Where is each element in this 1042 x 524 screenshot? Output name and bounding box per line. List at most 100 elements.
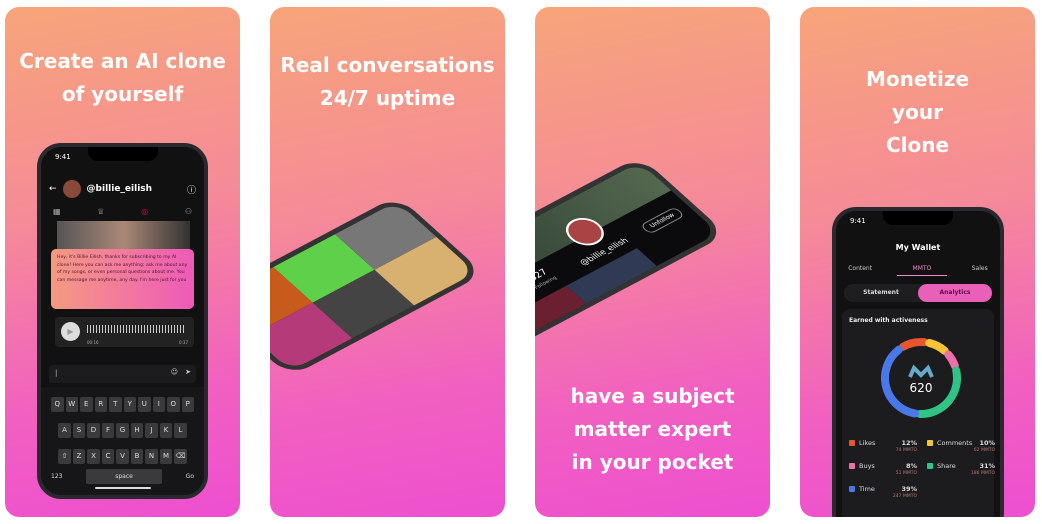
legend-item-share: Share 31% 186 MMTO [927,462,995,480]
tab-sales[interactable]: Sales [972,265,988,276]
legend-amount: 62 MMTO [973,448,995,453]
key-x[interactable]: X [87,449,100,464]
key-i[interactable]: I [152,397,165,412]
statement-segment[interactable]: Statement [844,284,918,302]
key-z[interactable]: Z [72,449,86,464]
donut-segment-likes [899,338,929,351]
key-o[interactable]: O [167,397,180,412]
caption-line: matter expert [573,417,732,441]
key-u[interactable]: U [138,397,151,412]
card-title: Earned with activeness [849,317,928,324]
legend-label: Buys [859,462,875,470]
caption-line: Clone [885,133,950,157]
avatar[interactable] [62,180,81,198]
legend-swatch [849,486,855,492]
key-p[interactable]: P [181,397,194,412]
donut-chart: 620 [881,338,961,418]
numbers-key[interactable]: 123 [47,469,66,484]
phone-wallet: 9:41 My Wallet Content MMTO Sales Statem… [832,207,1004,517]
key-s[interactable]: S [72,423,86,438]
legend-item-time: Time 39% 247 MMTO [849,485,917,503]
keyboard[interactable]: QWERTYUIOPASDFGHJKL ⇧ Z X C V B N M ⌫ 123 space … [41,387,204,495]
key-m[interactable]: M [159,449,173,464]
caption-line: Monetize [865,67,970,91]
donut-segment-buys [944,350,959,370]
panel-conversations: Real conversations 24/7 uptime [270,7,505,517]
analytics-segment[interactable]: Analytics [918,284,992,302]
legend-swatch [927,440,933,446]
clone-icon[interactable]: ◎ [141,207,148,216]
key-e[interactable]: E [80,397,93,412]
audio-elapsed: 00:16 [87,340,99,345]
key-v[interactable]: V [116,449,129,464]
panel-monetize: Monetize your Clone 9:41 My Wallet Conte… [800,7,1035,517]
audio-message[interactable]: ▶ 00:16 0:37 [55,317,194,347]
shift-key[interactable]: ⇧ [58,449,71,464]
legend-label: Time [859,485,875,493]
phone-profile-tilted: @billie_eilish 125 527 Following Unfollo… [535,155,727,347]
message-bubble: Hey, it's Billie Eilish, thanks for subs… [51,249,194,309]
legend-amount: 247 MMTO [892,494,917,499]
legend-swatch [849,440,855,446]
legend-percent: 12% [901,439,917,447]
send-icon[interactable]: ➤ [185,368,191,376]
username: @billie_eilish [86,184,153,194]
caption-line: Create an AI clone [19,49,226,73]
caption-line: 24/7 uptime [319,86,456,110]
user-icon[interactable]: ⚇ [185,207,192,216]
phone-gallery-tilted [270,195,485,377]
key-n[interactable]: N [145,449,158,464]
key-a[interactable]: A [58,423,71,438]
key-r[interactable]: R [94,397,107,412]
go-key[interactable]: Go [182,469,198,484]
legend-swatch [927,463,933,469]
caption-line: Real conversations [280,53,495,77]
legend-amount: 186 MMTO [970,471,995,476]
key-w[interactable]: W [65,397,78,412]
backspace-key[interactable]: ⌫ [174,449,187,464]
key-b[interactable]: B [130,449,144,464]
key-t[interactable]: T [109,397,122,412]
key-j[interactable]: J [145,423,158,438]
legend-swatch [849,463,855,469]
caption-line: in your pocket [571,450,734,474]
space-key[interactable]: space [86,469,163,484]
trophy-icon[interactable]: ♕ [97,207,104,216]
legend-percent: 10% [979,439,995,447]
key-c[interactable]: C [101,449,115,464]
tab-mmto[interactable]: MMTO [896,265,948,276]
caption-line: have a subject [570,384,735,408]
legend-label: Likes [859,439,876,447]
legend-label: Share [937,462,956,470]
key-y[interactable]: Y [123,397,136,412]
play-icon[interactable]: ▶ [61,322,80,341]
panel-ai-clone: Create an AI clone of yourself 9:41 ← @b… [5,7,240,517]
legend-label: Comments [937,439,973,447]
unfollow-button[interactable]: Unfollow [639,206,686,235]
message-input[interactable]: | ☺ ➤ [49,365,196,383]
key-d[interactable]: D [87,423,100,438]
key-l[interactable]: L [174,423,187,438]
panel-expert: @billie_eilish 125 527 Following Unfollo… [535,7,770,517]
legend-percent: 31% [979,462,995,470]
photo-strip [57,221,190,249]
phone-chat: 9:41 ← @billie_eilish ⓘ ▦ ♕ ◎ ⚇ Hey, it's B… [37,143,208,499]
grid-icon[interactable]: ▦ [53,207,61,216]
donut-segment-comments [925,338,949,355]
key-g[interactable]: G [116,423,129,438]
key-k[interactable]: K [159,423,173,438]
info-icon[interactable]: ⓘ [187,183,196,196]
audio-total: 0:37 [179,340,188,345]
caption-line: your [892,100,943,124]
caption-line: of yourself [61,82,184,106]
key-f[interactable]: F [101,423,115,438]
key-q[interactable]: Q [51,397,64,412]
legend-item-likes: Likes 12% 74 MMTO [849,439,917,457]
key-h[interactable]: H [130,423,144,438]
emoji-icon[interactable]: ☺ [171,368,178,376]
tab-content[interactable]: Content [848,265,872,276]
input-value: | [55,369,58,377]
legend-item-comments: Comments 10% 62 MMTO [927,439,995,457]
back-icon[interactable]: ← [49,184,57,194]
donut-total: 620 [910,381,933,395]
